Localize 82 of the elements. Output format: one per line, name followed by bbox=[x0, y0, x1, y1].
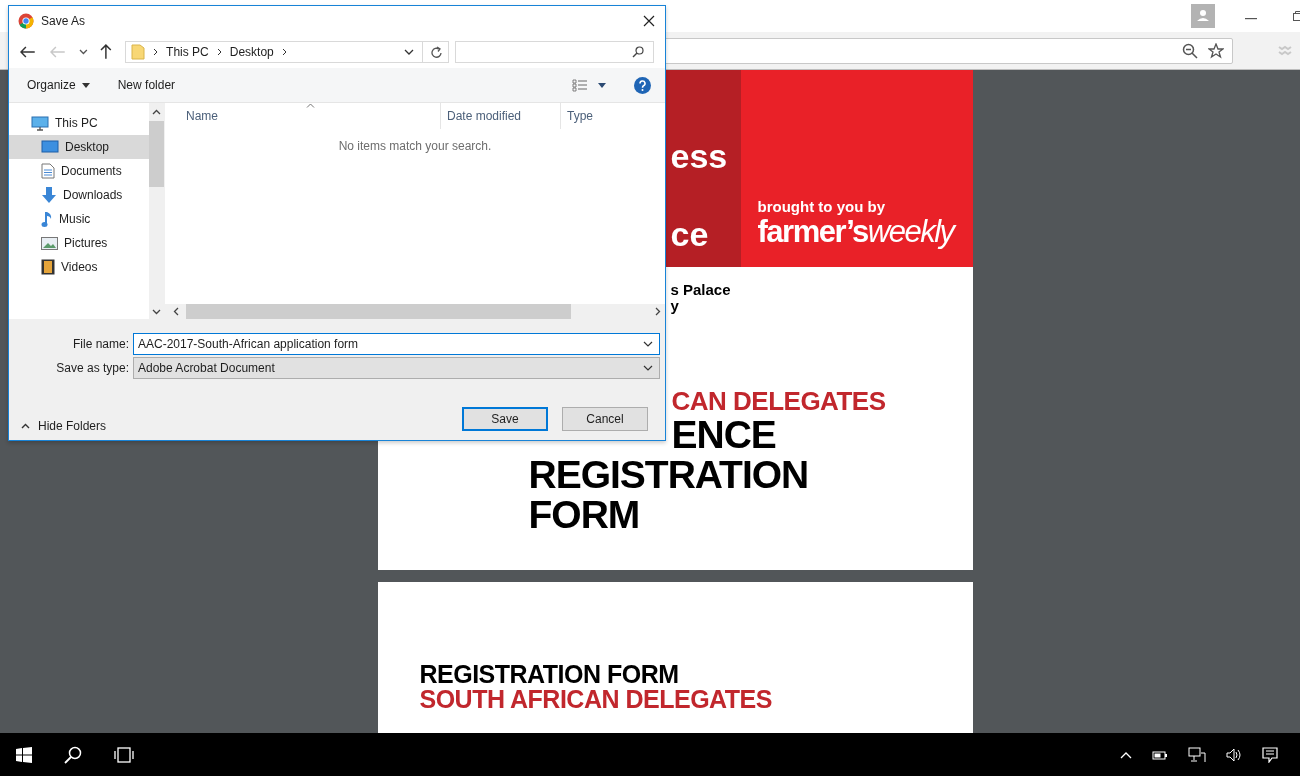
chevron-right-icon[interactable] bbox=[281, 48, 287, 56]
header-text: ess bbox=[670, 138, 729, 174]
chevron-down-icon bbox=[643, 340, 653, 347]
title-text: REGISTRATION FORM bbox=[419, 662, 680, 687]
download-arrow-icon bbox=[41, 187, 57, 203]
venue-text: s Palace bbox=[670, 282, 732, 298]
organize-menu[interactable]: Organize bbox=[19, 74, 98, 96]
title-text: FORM bbox=[528, 495, 640, 535]
subtitle: CAN DELEGATES bbox=[671, 387, 887, 415]
chevron-down-icon bbox=[643, 364, 653, 371]
picture-icon bbox=[41, 236, 58, 250]
folder-tree-item[interactable]: Pictures bbox=[9, 231, 149, 255]
scroll-up-icon[interactable] bbox=[152, 109, 161, 115]
search-icon[interactable] bbox=[64, 745, 82, 764]
subtitle: SOUTH AFRICAN DELEGATES bbox=[419, 687, 773, 712]
view-options-icon[interactable] bbox=[572, 78, 588, 92]
chevron-down-icon[interactable] bbox=[404, 49, 415, 55]
hide-folders-button[interactable]: Hide Folders bbox=[9, 419, 107, 433]
back-arrow-icon[interactable] bbox=[20, 46, 36, 58]
path-field[interactable]: This PC Desktop bbox=[125, 41, 450, 63]
chevron-up-icon bbox=[21, 423, 30, 429]
title-text: ENCE bbox=[671, 415, 776, 455]
zoom-out-icon[interactable] bbox=[1182, 42, 1198, 59]
windows-start-icon[interactable] bbox=[16, 746, 32, 763]
browser-logo-icon bbox=[18, 13, 34, 29]
refresh-icon[interactable] bbox=[431, 45, 444, 59]
search-icon bbox=[632, 46, 644, 58]
folder-icon bbox=[131, 44, 146, 60]
scroll-right-icon[interactable] bbox=[655, 307, 661, 316]
title-text: REGISTRATION bbox=[528, 455, 809, 495]
empty-message: No items match your search. bbox=[338, 139, 492, 153]
up-arrow-icon[interactable] bbox=[100, 44, 113, 60]
chevron-right-icon[interactable] bbox=[153, 48, 159, 56]
task-view-icon[interactable] bbox=[114, 746, 134, 763]
tagline: brought to you by bbox=[757, 198, 886, 215]
folder-tree-item[interactable]: Videos bbox=[9, 255, 149, 279]
cancel-button[interactable]: Cancel bbox=[562, 407, 648, 431]
folder-tree-item[interactable]: This PC bbox=[9, 111, 149, 135]
breadcrumb-item[interactable]: Desktop bbox=[229, 45, 274, 59]
star-icon[interactable] bbox=[1208, 42, 1224, 59]
chevron-right-icon[interactable] bbox=[216, 48, 222, 56]
sort-caret-icon bbox=[306, 103, 315, 108]
notification-icon[interactable] bbox=[1262, 746, 1278, 763]
folder-tree-item[interactable]: Downloads bbox=[9, 183, 149, 207]
computer-icon bbox=[31, 115, 49, 131]
vertical-scrollbar[interactable] bbox=[149, 103, 164, 319]
save-button[interactable]: Save bbox=[462, 407, 548, 431]
restore-icon[interactable] bbox=[1293, 11, 1300, 21]
minimize-icon[interactable] bbox=[1245, 18, 1257, 20]
music-note-icon bbox=[41, 210, 53, 228]
folder-tree-item[interactable]: Documents bbox=[9, 159, 149, 183]
save-type-dropdown[interactable]: Adobe Acrobat Document bbox=[133, 356, 660, 379]
caret-down-icon[interactable] bbox=[79, 49, 89, 55]
breadcrumb-item[interactable]: This PC bbox=[166, 45, 209, 59]
caret-down-icon[interactable] bbox=[598, 82, 606, 88]
brand-logo: farmer’sweekly bbox=[757, 215, 957, 249]
scroll-left-icon[interactable] bbox=[173, 307, 179, 316]
column-header[interactable]: Date modified bbox=[441, 103, 561, 129]
column-header[interactable]: Type bbox=[561, 103, 665, 129]
header-text: ce bbox=[670, 216, 710, 252]
horizontal-scrollbar[interactable] bbox=[165, 304, 665, 319]
folder-tree-item[interactable]: Music bbox=[9, 207, 149, 231]
dialog-title: Save As bbox=[41, 14, 86, 28]
file-name-label: File name: bbox=[71, 336, 130, 351]
help-icon[interactable] bbox=[634, 76, 651, 94]
scroll-down-icon[interactable] bbox=[152, 309, 161, 315]
network-icon[interactable] bbox=[1188, 746, 1206, 763]
battery-icon[interactable] bbox=[1152, 748, 1168, 761]
search-field[interactable] bbox=[455, 41, 654, 63]
volume-icon[interactable] bbox=[1226, 747, 1242, 762]
monitor-icon bbox=[41, 140, 59, 154]
new-folder-button[interactable]: New folder bbox=[109, 74, 184, 96]
file-name-field[interactable]: AAC-2017-South-African application form bbox=[133, 332, 660, 355]
caret-down-icon bbox=[81, 82, 90, 88]
chevron-up-icon[interactable] bbox=[1120, 750, 1132, 759]
folder-tree-item[interactable]: Desktop bbox=[9, 135, 149, 159]
save-type-label: Save as type: bbox=[55, 360, 130, 375]
venue-text: y bbox=[670, 298, 680, 314]
column-header[interactable]: Name bbox=[165, 103, 441, 129]
close-icon[interactable] bbox=[643, 15, 655, 27]
film-icon bbox=[41, 259, 55, 275]
document-icon bbox=[41, 163, 55, 179]
